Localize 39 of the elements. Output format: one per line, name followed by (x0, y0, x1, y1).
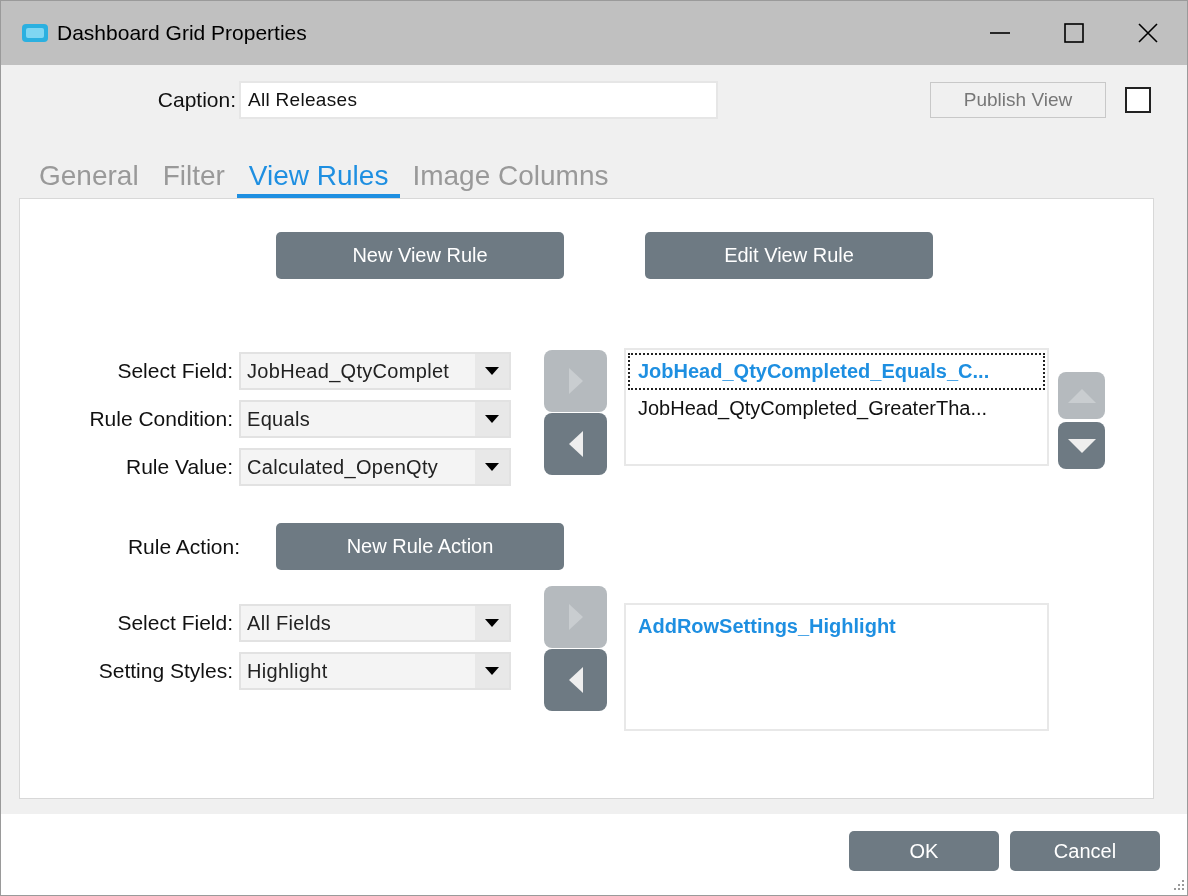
window-title: Dashboard Grid Properties (57, 21, 308, 45)
dropdown[interactable]: Highlight (239, 652, 511, 690)
dropdown[interactable]: Equals (239, 400, 511, 438)
caption-field[interactable]: All Releases (239, 81, 718, 119)
triangle-down-icon (1066, 436, 1097, 455)
close-icon[interactable] (1137, 22, 1159, 44)
checkbox[interactable] (1125, 87, 1151, 113)
arrow-button[interactable] (1058, 422, 1105, 469)
field-label: Setting Styles: (97, 659, 233, 683)
tab[interactable]: General (27, 160, 151, 198)
field-label: Select Field: (116, 611, 233, 635)
dropdown[interactable]: All Fields (239, 604, 511, 642)
resize-grip-icon[interactable] (1171, 879, 1185, 893)
caption-label: Caption: (156, 88, 236, 112)
app-icon (21, 23, 49, 43)
tab[interactable]: Filter (150, 160, 237, 198)
rule-action-label: Rule Action: (126, 534, 240, 559)
caret-icon (484, 462, 500, 472)
field-label: Rule Condition: (88, 407, 233, 431)
tab[interactable]: Image Columns (400, 160, 621, 198)
caret-icon (484, 414, 500, 424)
field-label: Select Field: (116, 359, 233, 383)
dialog-button[interactable]: OK (849, 831, 999, 871)
field-label: Rule Value: (125, 455, 233, 479)
caret-icon (484, 366, 500, 376)
list-item[interactable]: JobHead_QtyCompleted_GreaterTha... (628, 390, 1045, 427)
dialog-button[interactable]: Cancel (1010, 831, 1160, 871)
maximize-icon[interactable] (1063, 22, 1085, 44)
rule-button[interactable]: New View Rule (276, 232, 564, 279)
list-item[interactable]: AddRowSettings_Highlight (628, 608, 1045, 645)
caret-icon (484, 666, 500, 676)
new-rule-action-button[interactable]: New Rule Action (276, 523, 564, 570)
dropdown[interactable]: JobHead_QtyComplet (239, 352, 511, 390)
arrow-button[interactable] (544, 413, 607, 475)
list-item[interactable]: JobHead_QtyCompleted_Equals_C... (628, 353, 1045, 390)
dropdown[interactable]: Calculated_OpenQty (239, 448, 511, 486)
rule-button[interactable]: Edit View Rule (645, 232, 933, 279)
caret-icon (484, 618, 500, 628)
arrow-button[interactable] (544, 649, 607, 711)
